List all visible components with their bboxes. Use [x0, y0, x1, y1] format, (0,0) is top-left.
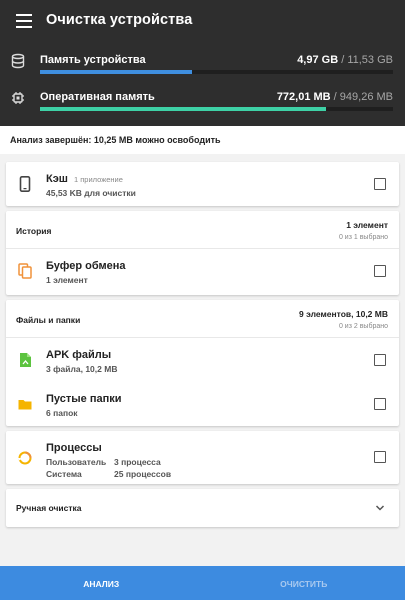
apk-files-title: APK файлы: [46, 349, 112, 361]
chevron-down-icon[interactable]: [375, 504, 385, 512]
history-card: История 1 элемент 0 из 1 выбрано Буфер о…: [6, 211, 399, 295]
manual-cleaning-title: Ручная очистка: [16, 503, 82, 513]
history-selected: 0 из 1 выбрано: [338, 234, 388, 241]
clipboard-checkbox[interactable]: [374, 265, 386, 277]
files-header: Файлы и папки 9 элементов, 10,2 MB 0 из …: [6, 300, 399, 338]
processes-system-row: Система 25 процессов: [46, 469, 172, 479]
processes-details: Пользователь 3 процесса Система 25 процесс…: [46, 457, 171, 481]
cache-card: Кэш 1 приложение 45,53 KB для очистки: [6, 162, 399, 206]
clipboard-title: Буфер обмена: [46, 260, 126, 272]
phone-icon: [19, 176, 31, 192]
ram-fill: [40, 107, 326, 111]
hamburger-menu-icon[interactable]: [16, 14, 32, 28]
device-storage-row: Память устройства 4,97 GB / 11,53 GB: [0, 50, 405, 90]
apk-files-item[interactable]: APK файлы 3 файла, 10,2 MB: [6, 338, 399, 382]
empty-folders-subtitle: 6 папок: [46, 408, 78, 418]
empty-folders-title: Пустые папки: [46, 393, 122, 405]
files-selected: 0 из 2 выбрано: [338, 323, 388, 330]
apk-file-icon: [20, 353, 31, 367]
processes-user-row: Пользователь 3 процесса: [46, 457, 161, 467]
device-storage-label: Память устройства: [40, 54, 146, 66]
processes-card: Процессы Пользователь 3 процесса Система 2…: [6, 431, 399, 484]
files-title: Файлы и папки: [16, 315, 81, 325]
clipboard-subtitle: 1 элемент: [46, 275, 88, 285]
app-header: Очистка устройства Память устройства 4,9…: [0, 0, 405, 126]
files-count: 9 элементов, 10,2 MB: [299, 309, 388, 319]
processes-title: Процессы: [46, 442, 102, 454]
clean-button[interactable]: ОЧИСТИТЬ: [203, 566, 405, 600]
cache-checkbox[interactable]: [374, 178, 386, 190]
apk-files-checkbox[interactable]: [374, 354, 386, 366]
files-card: Файлы и папки 9 элементов, 10,2 MB 0 из …: [6, 300, 399, 426]
ram-value: 772,01 MB / 949,26 MB: [276, 91, 393, 103]
device-storage-value: 4,97 GB / 11,53 GB: [297, 54, 393, 66]
ram-bar: [40, 107, 393, 111]
clipboard-item[interactable]: Буфер обмена 1 элемент: [6, 249, 399, 293]
cache-item[interactable]: Кэш 1 приложение 45,53 KB для очистки: [6, 162, 399, 206]
cache-title: Кэш 1 приложение: [46, 173, 123, 185]
processes-checkbox[interactable]: [374, 451, 386, 463]
history-count: 1 элемент: [346, 220, 388, 230]
ram-label: Оперативная память: [40, 91, 155, 103]
device-storage-bar: [40, 70, 393, 74]
page-title: Очистка устройства: [46, 12, 193, 28]
analyze-button[interactable]: АНАЛИЗ: [0, 566, 203, 600]
bottom-action-bar: АНАЛИЗ ОЧИСТИТЬ: [0, 566, 405, 600]
folder-icon: [18, 400, 32, 410]
history-title: История: [16, 226, 52, 236]
apk-files-subtitle: 3 файла, 10,2 MB: [46, 364, 118, 374]
manual-cleaning-row[interactable]: Ручная очистка: [6, 489, 399, 527]
clipboard-icon: [18, 263, 32, 279]
chip-icon: [12, 92, 24, 104]
cache-subtitle: 45,53 KB для очистки: [46, 188, 136, 198]
empty-folders-item[interactable]: Пустые папки 6 папок: [6, 382, 399, 426]
analysis-status: Анализ завершён: 10,25 MB можно освободи…: [0, 126, 405, 154]
empty-folders-checkbox[interactable]: [374, 398, 386, 410]
history-header: История 1 элемент 0 из 1 выбрано: [6, 211, 399, 249]
processes-item[interactable]: Процессы Пользователь 3 процесса Система 2…: [6, 431, 399, 484]
processes-ring-icon: [18, 451, 32, 465]
device-storage-fill: [40, 70, 192, 74]
database-icon: [11, 53, 25, 69]
ram-row: Оперативная память 772,01 MB / 949,26 MB: [0, 87, 405, 127]
